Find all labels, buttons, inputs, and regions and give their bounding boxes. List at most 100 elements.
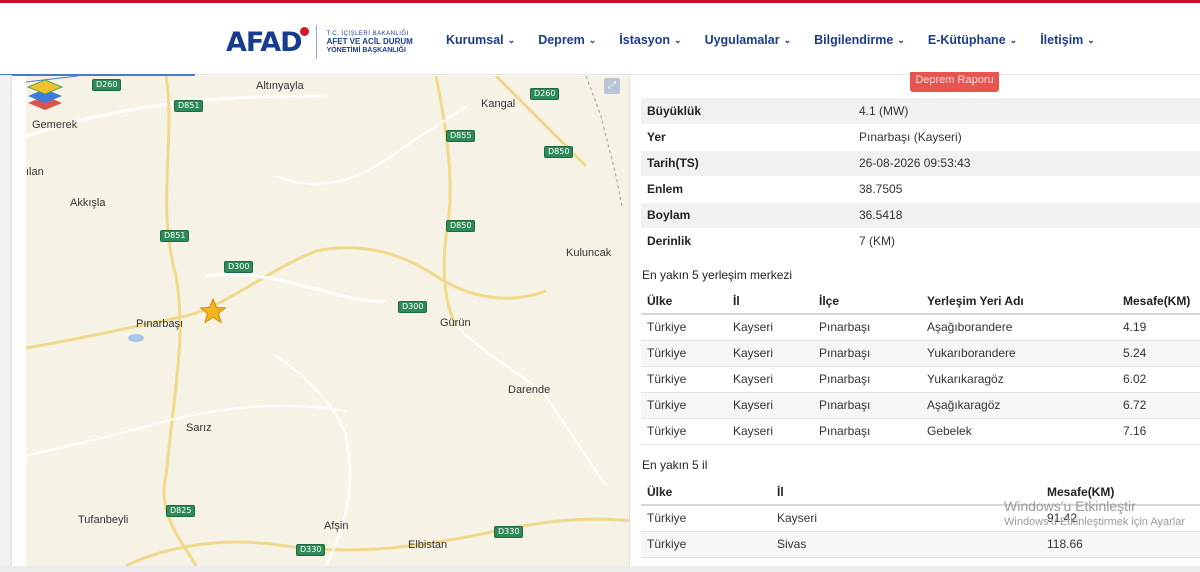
nav-deprem[interactable]: Deprem ⌄ bbox=[538, 33, 596, 47]
column-header: Mesafe(KM) bbox=[1117, 288, 1200, 315]
cell: Sivas bbox=[771, 531, 1041, 558]
logo-agency-2: YÖNETİMİ BAŞKANLIĞI bbox=[326, 46, 406, 54]
main-nav: Kurumsal ⌄ Deprem ⌄ İstasyon ⌄ Uygulamalar ⌄… bbox=[446, 33, 1118, 47]
chevron-down-icon: ⌄ bbox=[1087, 34, 1095, 45]
cell: 118.66 bbox=[1041, 531, 1200, 558]
info-value: 38.7505 bbox=[853, 176, 1200, 203]
nav-istasyon[interactable]: İstasyon ⌄ bbox=[619, 33, 681, 47]
cell: 7.16 bbox=[1117, 418, 1200, 445]
place-label: Darende bbox=[508, 384, 551, 396]
cell: Pınarbaşı bbox=[813, 340, 921, 367]
nav-e-kutuphane[interactable]: E-Kütüphane ⌄ bbox=[928, 33, 1017, 47]
place-label: Pınarbaşı bbox=[136, 318, 184, 330]
cell: Türkiye bbox=[641, 418, 727, 445]
earthquake-report-button[interactable]: Deprem Raporu bbox=[910, 72, 999, 92]
place-label: Gürün bbox=[440, 317, 471, 329]
road-shield: D300 bbox=[224, 261, 254, 273]
column-header: İlçe bbox=[813, 288, 921, 315]
cell: Türkiye bbox=[641, 366, 727, 393]
cell: 6.72 bbox=[1117, 392, 1200, 419]
cell: Türkiye bbox=[641, 392, 727, 419]
column-header: Ülke bbox=[641, 288, 727, 315]
cell: 5.24 bbox=[1117, 340, 1200, 367]
place-label: Akkışla bbox=[70, 197, 106, 209]
chevron-down-icon: ⌄ bbox=[783, 34, 792, 45]
table-row: Türkiye Kayseri Pınarbaşı Gebelek 7.16 bbox=[641, 418, 1200, 445]
cell: Aşağıborandere bbox=[921, 314, 1117, 341]
table-row: Türkiye Sivas 118.66 bbox=[641, 531, 1200, 558]
info-value: 36.5418 bbox=[853, 202, 1200, 229]
nav-label: İstasyon bbox=[619, 33, 671, 47]
table-row: Türkiye Kayseri Pınarbaşı Aşağıborandere 4.1… bbox=[641, 314, 1200, 341]
star-icon[interactable] bbox=[200, 298, 226, 324]
windows-activation-watermark: Windows'u Etkinleştir Windows'u Etkinleş… bbox=[1004, 498, 1185, 528]
nav-uygulamalar[interactable]: Uygulamalar ⌄ bbox=[705, 33, 792, 47]
road-shield: D851 bbox=[160, 230, 190, 242]
info-value: 26-08-2026 09:53:43 bbox=[853, 150, 1200, 177]
site-header: AFAD T.C. İÇİŞLERİ BAKANLIĞI AFET VE ACİ… bbox=[0, 3, 1200, 75]
layers-icon[interactable] bbox=[26, 76, 64, 112]
road-shield: D850 bbox=[544, 146, 574, 158]
table-row: Türkiye Kayseri Pınarbaşı Yukarıborandere 5.… bbox=[641, 340, 1200, 367]
watermark-line-2: Windows'u Etkinleştirmek için Ayarlar bbox=[1004, 516, 1186, 528]
road-shield: D300 bbox=[398, 301, 428, 313]
place-label: Elbistan bbox=[408, 539, 448, 551]
chevron-down-icon: ⌄ bbox=[1009, 34, 1018, 45]
watermark-line-1: Windows'u Etkinleştir bbox=[1004, 498, 1136, 514]
table-row: Enlem 38.7505 bbox=[641, 176, 1200, 203]
bottom-scrollbar[interactable] bbox=[0, 566, 1200, 572]
place-label: Afşin bbox=[324, 520, 349, 532]
nav-kurumsal[interactable]: Kurumsal ⌄ bbox=[446, 33, 515, 47]
info-value: 4.1 (MW) bbox=[853, 98, 1200, 125]
cell: 6.02 bbox=[1117, 366, 1200, 393]
column-header: Ülke bbox=[641, 479, 771, 506]
chevron-down-icon: ⌄ bbox=[507, 34, 516, 45]
cell: Aşağıkaragöz bbox=[921, 392, 1117, 419]
table-row: Tarih(TS) 26-08-2026 09:53:43 bbox=[641, 150, 1200, 177]
table-row: Türkiye Kayseri Pınarbaşı Aşağıkaragöz 6.72 bbox=[641, 392, 1200, 419]
place-label: Sarız bbox=[186, 422, 212, 434]
info-value: 7 (KM) bbox=[853, 228, 1200, 255]
place-label: Tufanbeyli bbox=[78, 514, 129, 526]
road-shield: D825 bbox=[166, 505, 196, 517]
cell: Kayseri bbox=[727, 366, 813, 393]
table-row: Türkiye Kayseri Pınarbaşı Yukarıkaragöz 6.02 bbox=[641, 366, 1200, 393]
logo-separator bbox=[315, 25, 317, 59]
logo-text: T.C. İÇİŞLERİ BAKANLIĞI AFET VE ACİL DUR… bbox=[327, 31, 413, 54]
cell: Kayseri bbox=[727, 418, 813, 445]
column-header: İl bbox=[771, 479, 1041, 506]
table-row: Derinlik 7 (KM) bbox=[641, 228, 1200, 255]
cell: Gebelek bbox=[921, 418, 1117, 445]
info-key: Boylam bbox=[641, 202, 853, 229]
chevron-down-icon: ⌄ bbox=[674, 34, 682, 45]
cell: Pınarbaşı bbox=[813, 418, 921, 445]
nav-label: Bilgilendirme bbox=[814, 33, 894, 47]
road-shield: D330 bbox=[494, 526, 524, 538]
left-scrollbar[interactable] bbox=[0, 75, 12, 572]
cell: Yukarıborandere bbox=[921, 340, 1117, 367]
map-roads bbox=[26, 76, 629, 566]
nav-label: İletişim bbox=[1040, 33, 1084, 47]
settlements-title: En yakın 5 yerleşim merkezi bbox=[642, 268, 793, 282]
afad-logo[interactable]: AFAD T.C. İÇİŞLERİ BAKANLIĞI AFET VE ACİ… bbox=[226, 25, 413, 59]
settlements-table: Ülke İl İlçe Yerleşim Yeri Adı Mesafe(KM… bbox=[641, 288, 1200, 445]
nav-label: Deprem bbox=[538, 33, 585, 47]
expand-icon[interactable]: ⤢ bbox=[604, 78, 620, 94]
earthquake-map[interactable]: Altınyayla Kangal Gemerek ılan Akkışla K… bbox=[26, 76, 630, 566]
road-shield: D850 bbox=[446, 220, 476, 232]
cell: Pınarbaşı bbox=[813, 392, 921, 419]
road-shield: D855 bbox=[446, 130, 476, 142]
logo-dot-icon bbox=[300, 27, 309, 36]
cell: Kayseri bbox=[771, 505, 1041, 532]
nav-label: Kurumsal bbox=[446, 33, 504, 47]
provinces-title: En yakın 5 il bbox=[642, 458, 708, 472]
logo-agency-1: AFET VE ACİL DURUM bbox=[326, 36, 413, 46]
nav-bilgilendirme[interactable]: Bilgilendirme ⌄ bbox=[814, 33, 905, 47]
cell: Kayseri bbox=[727, 340, 813, 367]
place-label: Kangal bbox=[481, 98, 516, 110]
info-value: Pınarbaşı (Kayseri) bbox=[853, 124, 1200, 151]
info-key: Büyüklük bbox=[641, 98, 853, 125]
place-label: Kuluncak bbox=[566, 247, 612, 259]
cell: Türkiye bbox=[641, 314, 727, 341]
nav-iletisim[interactable]: İletişim ⌄ bbox=[1040, 33, 1095, 47]
